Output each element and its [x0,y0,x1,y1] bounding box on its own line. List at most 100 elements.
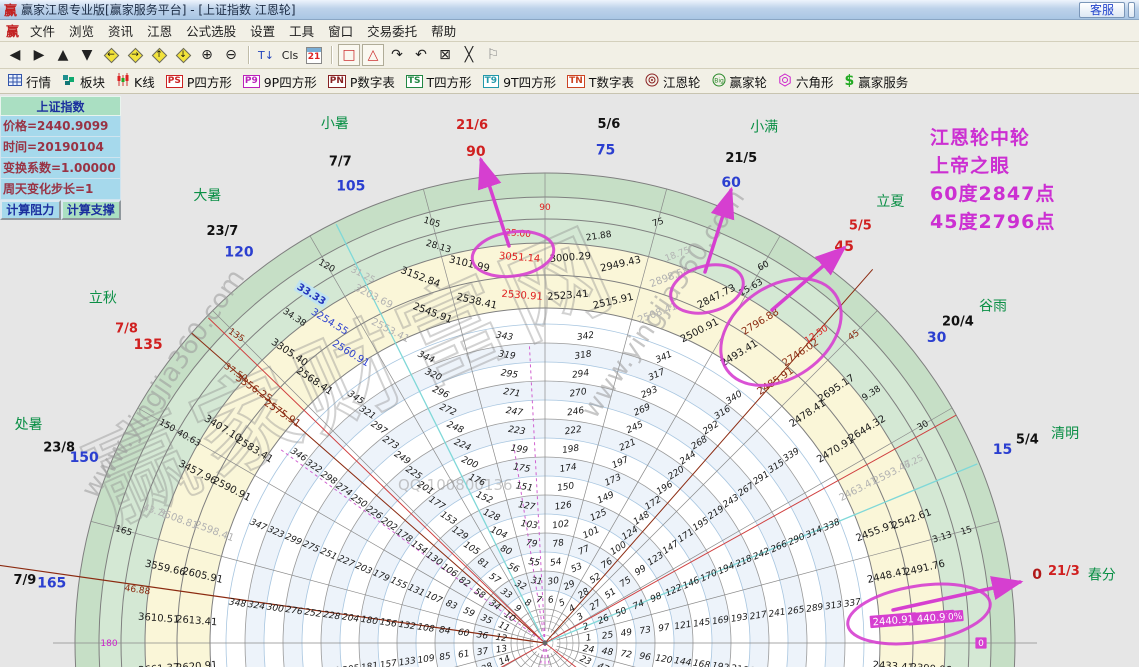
index-info-panel: 上证指数 价格=2440.9099 时间=20190104 变换系数=1.00000… [0,96,121,220]
toolbar-item-P四方形[interactable]: PS P四方形 [165,72,232,91]
svg-text:20/4: 20/4 [942,314,974,329]
cross-tool-icon[interactable]: ╳ [458,44,480,66]
window-title: 赢家江恩专业版[赢家服务平台] - [上证指数 江恩轮] [21,3,296,17]
toolbar-item-label: 9T四方形 [503,74,557,90]
pan-up-icon[interactable]: ↑ [148,44,170,66]
svg-text:0%: 0% [948,612,963,623]
panel-rows: 价格=2440.9099 时间=20190104 变换系数=1.00000 周天变化步… [0,116,121,200]
titlebar-extra-button[interactable] [1128,1,1135,18]
svg-text:0: 0 [1032,567,1042,583]
flag-icon[interactable]: ⚐ [482,44,504,66]
svg-text:168: 168 [692,659,711,667]
toolbar-item-label: 板块 [80,74,106,90]
svg-text:73: 73 [639,625,652,637]
zoom-in-icon[interactable]: ⊕ [196,44,218,66]
main-toolbar: ◀ ▶ ▲ ▼ ← → ↑ ↓ ⊕ ⊖ T↓ Cls 21 □ △ ↷ ↶ ⊠ ╳ ⚐ [0,42,1139,69]
menu-item-4[interactable]: 公式选股 [179,22,243,41]
calc-resistance-button[interactable]: 计算阻力 [0,200,61,220]
svg-text:135: 135 [133,337,162,353]
toolbar-item-T数字表[interactable]: TN T数字表 [567,72,634,91]
svg-text:37: 37 [476,647,489,659]
rotate-cw-icon[interactable]: ↷ [386,44,408,66]
toolbar-item-T四方形[interactable]: TS T四方形 [405,72,472,91]
pan-down-icon[interactable]: ↓ [172,44,194,66]
cls-icon[interactable]: Cls [279,44,301,66]
menu-item-5[interactable]: 设置 [243,22,282,41]
svg-text:31: 31 [530,576,543,588]
toolbar-item-江恩轮[interactable]: 江恩轮 [645,72,701,91]
svg-text:5/5: 5/5 [849,219,872,234]
calc-support-button[interactable]: 计算支撑 [60,200,121,220]
menu-item-6[interactable]: 工具 [282,22,321,41]
menu-item-7[interactable]: 窗口 [321,22,360,41]
svg-text:120: 120 [224,244,253,260]
svg-text:78: 78 [552,538,565,550]
svg-text:23/7: 23/7 [206,224,238,239]
rect-tool-icon[interactable]: □ [338,44,360,66]
toolbar-item-赢家轮[interactable]: Big 赢家轮 [712,72,767,91]
pan-left-icon[interactable]: ← [100,44,122,66]
annotation-line-2: 60度2847点 [930,183,1056,205]
pointer-down-icon[interactable]: ▼ [76,44,98,66]
toolbar-item-板块[interactable]: 板块 [62,72,105,91]
candles-icon [116,73,130,89]
menu-item-1[interactable]: 浏览 [62,22,101,41]
toolbar-item-P数字表[interactable]: PN P数字表 [327,72,395,91]
panel-row-3: 周天变化步长=1 [0,179,121,200]
rotate-ccw-icon[interactable]: ↶ [410,44,432,66]
svg-text:48: 48 [601,647,614,659]
fit-box-icon[interactable]: ⊠ [434,44,456,66]
svg-text:0: 0 [978,639,984,649]
svg-text:61: 61 [457,649,470,661]
price-axis-icon[interactable]: T↓ [255,44,277,66]
svg-text:25.00: 25.00 [505,228,532,240]
menu-item-3[interactable]: 江恩 [140,22,179,41]
zoom-out-icon[interactable]: ⊖ [220,44,242,66]
toolbar-item-9P四方形[interactable]: P9 9P四方形 [242,72,317,91]
toolbar-item-六角形[interactable]: 六角形 [778,72,834,91]
pointer-up-icon[interactable]: ▲ [52,44,74,66]
svg-text:105: 105 [336,179,365,195]
toolbar-item-9T四方形[interactable]: T9 9T四方形 [482,72,557,91]
annotation-line-1: 上帝之眼 [930,155,1011,177]
titlebar: 赢 赢家江恩专业版[赢家服务平台] - [上证指数 江恩轮] 客服 [0,0,1139,20]
menu-item-9[interactable]: 帮助 [424,22,463,41]
toolbar-item-赢家服务[interactable]: $ 赢家服务 [845,72,909,91]
bigwheel-icon: Big [712,73,726,90]
annotation-line-3: 45度2796点 [930,211,1056,233]
svg-text:144: 144 [673,656,692,667]
svg-text:30: 30 [927,330,947,346]
svg-text:处暑: 处暑 [15,417,43,433]
blocks-icon [62,74,76,89]
svg-text:165: 165 [37,575,66,591]
hexagon-icon [778,72,792,90]
svg-text:90: 90 [539,203,551,213]
views-toolbar: 行情 板块 K线 PS P四方形 P9 9P四方形 PN P数字表 TS T四方形 T9 9T四方形 TN… [0,69,1139,94]
svg-text:7/8: 7/8 [115,322,138,337]
next-icon[interactable]: ▶ [28,44,50,66]
customer-service-button[interactable]: 客服 [1078,1,1125,18]
pan-right-icon[interactable]: → [124,44,146,66]
toolbar-item-label: T四方形 [426,74,472,90]
svg-text:立秋: 立秋 [89,291,117,307]
svg-text:15: 15 [993,442,1012,458]
prev-icon[interactable]: ◀ [4,44,26,66]
svg-text:54: 54 [549,557,562,569]
PN-badge-icon: PN [327,74,346,88]
toolbar-item-行情[interactable]: 行情 [8,72,51,91]
triangle-tool-icon[interactable]: △ [362,44,384,66]
svg-text:79: 79 [525,538,538,550]
menu-item-2[interactable]: 资讯 [101,22,140,41]
menu-logo-icon: 赢 [6,25,20,40]
svg-text:21/5: 21/5 [725,151,757,166]
dollar-icon: $ [844,73,855,89]
menu-item-0[interactable]: 文件 [23,22,62,41]
chart-area[interactable]: 赢家财富网 www.yingjia360.com www.yingjia360.co… [0,94,1139,667]
panel-row-1: 时间=20190104 [0,137,121,158]
annotation-line-0: 江恩轮中轮 [930,127,1031,149]
menu-item-8[interactable]: 交易委托 [360,22,424,41]
svg-text:24: 24 [582,644,595,656]
PS-badge-icon: PS [165,74,183,88]
calendar-icon[interactable]: 21 [303,44,325,66]
toolbar-item-K线[interactable]: K线 [116,72,155,91]
